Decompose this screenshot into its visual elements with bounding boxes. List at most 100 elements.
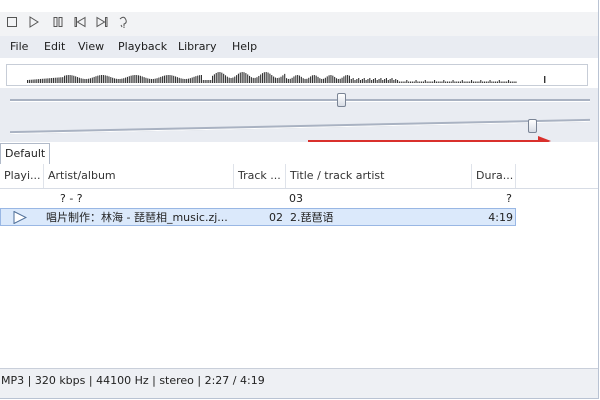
row-track: 03 — [289, 192, 303, 205]
row-duration: 4:19 — [488, 211, 513, 224]
spectrum-bar — [241, 72, 243, 83]
spectrum-bar — [176, 77, 178, 83]
spectrum-bar — [236, 75, 238, 83]
seek-track[interactable] — [10, 99, 590, 102]
spectrum-bar — [49, 78, 51, 83]
column-track[interactable]: Track ... — [234, 164, 286, 188]
spectrum-bar — [334, 76, 336, 83]
menu-file[interactable]: File — [10, 40, 28, 53]
spectrum-bar — [300, 76, 302, 83]
spectrum-bar — [221, 72, 223, 83]
spectrum-bar — [101, 75, 103, 83]
spectrum-bar — [134, 75, 136, 83]
menu-view[interactable]: View — [78, 40, 104, 53]
spectrum-bar — [428, 81, 430, 83]
spectrum-bar — [365, 80, 367, 83]
spectrum-bar — [243, 72, 245, 83]
menu-edit[interactable]: Edit — [44, 40, 65, 53]
row-artist-album: ? - ? — [60, 192, 83, 205]
spectrum-bar — [319, 78, 321, 83]
menu-help[interactable]: Help — [232, 40, 257, 53]
spectrum-bar — [432, 81, 434, 83]
spectrum-bar — [348, 75, 350, 83]
random-icon[interactable] — [116, 14, 132, 30]
next-icon[interactable] — [94, 14, 110, 30]
volume-track[interactable] — [10, 118, 590, 135]
column-title[interactable]: Title / track artist — [286, 164, 472, 188]
column-playing[interactable]: Playi... — [0, 164, 44, 188]
spectrum-bar — [274, 77, 276, 83]
spectrum-bar — [310, 76, 312, 83]
spectrum-bar — [234, 76, 236, 83]
spectrum-bar — [443, 80, 445, 83]
spectrum-bar — [64, 75, 66, 83]
volume-thumb[interactable] — [528, 119, 537, 133]
tab-default[interactable]: Default — [0, 143, 51, 164]
spectrum-bar — [141, 76, 143, 83]
spectrum-bar — [95, 76, 97, 83]
stop-icon[interactable] — [4, 14, 20, 30]
spectrum-bar — [461, 80, 463, 83]
spectrum-bar — [52, 77, 54, 83]
spectrum-bar — [163, 75, 165, 83]
spectrum-bar — [200, 75, 202, 83]
spectrum-bar — [51, 78, 53, 83]
menu-playback[interactable]: Playback — [118, 40, 167, 53]
spectrum-bar — [213, 74, 215, 83]
pause-icon[interactable] — [50, 14, 66, 30]
spectrum-bar — [208, 80, 210, 83]
spectrum-bar — [86, 78, 88, 83]
spectrum-bar — [406, 80, 408, 83]
spectrum-bar — [287, 78, 289, 83]
table-row[interactable]: ? - ? 03 ? — [0, 190, 516, 208]
spectrum-bar — [511, 81, 513, 83]
spectrum-bar — [80, 78, 82, 83]
column-duration[interactable]: Dura... — [472, 164, 516, 188]
spectrum-bar — [69, 75, 71, 83]
spectrum-bar — [180, 78, 182, 83]
spectrum-bar — [278, 77, 280, 83]
spectrum-bar — [150, 78, 153, 83]
spectrum-bar — [232, 77, 234, 83]
spectrum-bar — [117, 78, 119, 83]
menu-library[interactable]: Library — [178, 40, 216, 53]
spectrum-bar — [323, 78, 325, 83]
spectrum-bar — [430, 81, 432, 83]
spectrum-bar — [421, 81, 423, 83]
table-row[interactable]: 唱片制作：林海 - 琵琶相_music.zj... 02 2.琵琶语 4:19 — [0, 208, 516, 226]
spectrum-bar — [544, 76, 546, 83]
spectrum-bar — [252, 77, 254, 83]
spectrum-bar — [500, 81, 502, 83]
play-icon[interactable] — [26, 14, 42, 30]
spectrum-bar — [126, 76, 128, 83]
spectrum-bar — [47, 78, 49, 83]
spectrum-bar — [78, 77, 80, 83]
spectrum-bar — [197, 75, 199, 83]
spectrum-bar — [476, 81, 478, 83]
spectrum-bar — [376, 80, 378, 83]
spectrum-bar — [385, 78, 387, 83]
spectrum-bar — [361, 79, 363, 83]
spectrum-bar — [147, 78, 149, 83]
spectrum-bar — [515, 81, 517, 83]
spectrum-bar — [389, 79, 391, 83]
spectrum-bar — [130, 75, 132, 83]
spectrum-bar — [391, 78, 393, 83]
spectrum-bar — [374, 78, 376, 83]
spectrum-bar — [191, 77, 193, 83]
spectrum-bar — [467, 81, 469, 83]
spectrum-bar — [152, 78, 154, 83]
column-artist-album[interactable]: Artist/album — [44, 164, 234, 188]
spectrum-bar — [34, 79, 36, 83]
previous-icon[interactable] — [72, 14, 88, 30]
spectrum-bar — [409, 81, 412, 83]
spectrum-bar — [434, 80, 436, 83]
seek-thumb[interactable] — [336, 93, 346, 107]
playlist-tabs: Default — [0, 142, 598, 165]
spectrum-bar — [182, 78, 184, 83]
spectrum-bar — [149, 78, 151, 83]
spectrum-bar — [267, 72, 269, 83]
spectrum-bar — [286, 78, 288, 83]
spectrum-bar — [485, 81, 487, 83]
spectrum-bar — [82, 78, 84, 83]
